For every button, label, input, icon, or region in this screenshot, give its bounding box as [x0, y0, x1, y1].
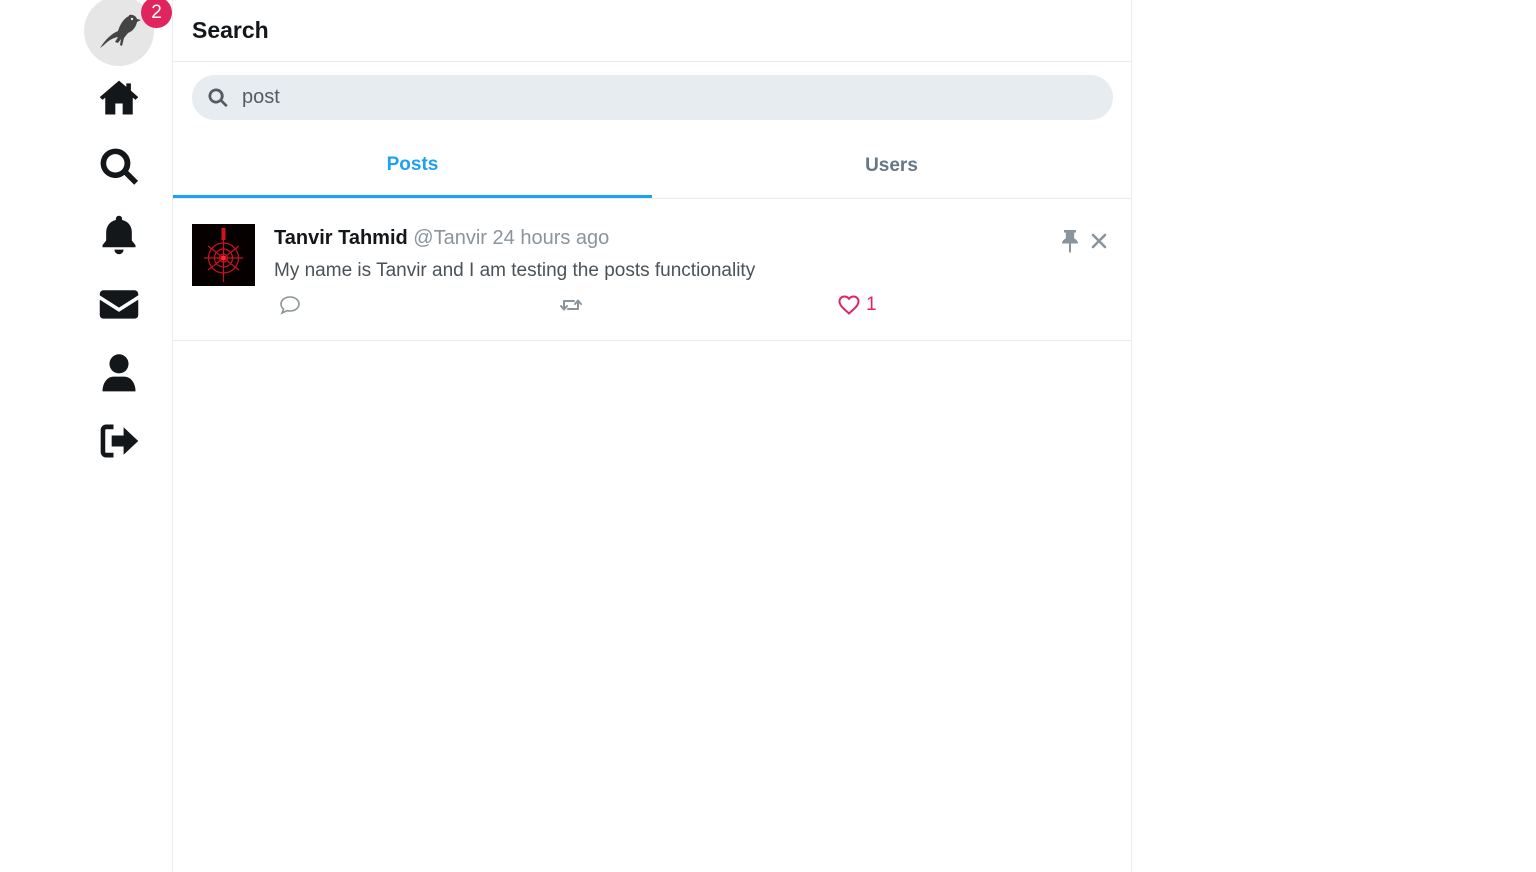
avatar-image: [192, 224, 255, 286]
like-button[interactable]: 1: [837, 293, 877, 317]
user-icon: [102, 354, 136, 392]
tab-users[interactable]: Users: [652, 134, 1131, 198]
post-content: My name is Tanvir and I am testing the p…: [274, 260, 756, 281]
page-title: Search: [192, 17, 269, 43]
envelope-icon: [99, 290, 139, 319]
timestamp: 24 hours ago: [492, 227, 610, 249]
like-count: 1: [866, 294, 877, 315]
comment-icon: [280, 296, 300, 315]
username[interactable]: @Tanvir: [413, 227, 487, 249]
search-icon: [100, 148, 139, 185]
heart-icon: [838, 295, 860, 315]
avatar[interactable]: [192, 224, 255, 286]
nav-search[interactable]: [84, 142, 154, 192]
tab-posts[interactable]: Posts: [173, 134, 652, 198]
nav-messages[interactable]: [84, 279, 154, 329]
nav-notifications[interactable]: [84, 210, 154, 260]
bird-icon: [100, 14, 141, 49]
search-bar[interactable]: [192, 75, 1113, 120]
display-name[interactable]: Tanvir Tahmid: [274, 227, 408, 249]
retweet-icon: [560, 299, 582, 311]
search-icon: [208, 87, 228, 107]
post-item[interactable]: Tanvir Tahmid @Tanvir 24 hours ago My na…: [173, 199, 1131, 341]
close-button[interactable]: [1089, 231, 1109, 251]
post-header: Tanvir Tahmid @Tanvir 24 hours ago: [274, 227, 609, 250]
search-tabs: Posts Users: [173, 134, 1131, 199]
main-column: Search Posts Users: [172, 0, 1132, 872]
search-input[interactable]: [242, 77, 1042, 118]
bell-icon: [102, 215, 136, 255]
nav-logout[interactable]: [84, 416, 154, 466]
nav-home[interactable]: [84, 73, 154, 123]
pin-icon: [1062, 230, 1078, 253]
pin-button[interactable]: [1059, 229, 1081, 253]
notification-badge: 2: [141, 0, 172, 28]
logout-icon: [100, 424, 139, 458]
close-icon: [1091, 233, 1107, 249]
retweet-button[interactable]: [559, 293, 583, 317]
comment-button[interactable]: [278, 293, 302, 317]
nav-profile[interactable]: [84, 348, 154, 398]
sidebar-nav: 2: [84, 0, 172, 872]
home-icon: [99, 80, 139, 115]
title-bar: Search: [173, 0, 1131, 62]
